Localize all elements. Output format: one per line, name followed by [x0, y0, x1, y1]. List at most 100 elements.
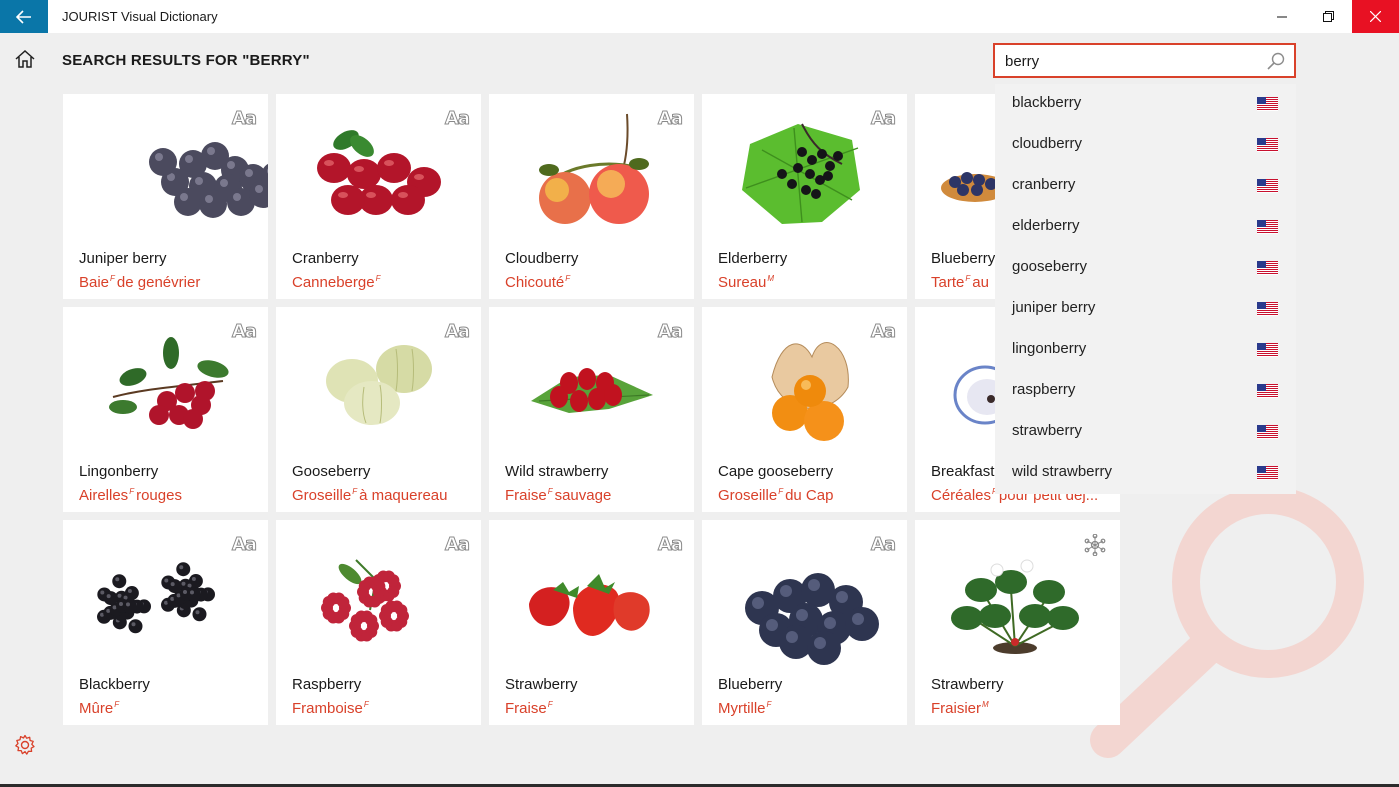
gear-icon [15, 734, 35, 755]
card-title-fr: MûreF [79, 700, 121, 717]
result-card[interactable]: Strawberry FraisierM [915, 520, 1120, 725]
suggestion-item[interactable]: blackberry [995, 84, 1296, 125]
home-icon [15, 50, 35, 68]
back-button[interactable] [0, 0, 48, 33]
card-fr-word: Groseille [718, 487, 778, 504]
gender-marker: F [965, 274, 971, 283]
aa-icon[interactable]: Aa [870, 321, 896, 343]
close-button[interactable] [1352, 0, 1399, 33]
card-title-fr: FraiseF sauvage [505, 487, 611, 504]
result-card[interactable]: Aa Juniper berry BaieF de genévrier [63, 94, 268, 299]
suggestion-item[interactable]: strawberry [995, 412, 1296, 453]
suggestion-label: cloudberry [1012, 135, 1083, 152]
restore-button[interactable] [1305, 0, 1351, 33]
card-title-en: Blackberry [79, 676, 150, 693]
card-fr-word: Tarte [931, 274, 965, 291]
suggestion-item[interactable]: cranberry [995, 166, 1296, 207]
suggestion-label: gooseberry [1012, 258, 1088, 275]
card-title-en: Breakfast [931, 463, 995, 480]
aa-icon[interactable]: Aa [444, 321, 470, 343]
search-icon[interactable] [1266, 51, 1286, 71]
card-title-en: Lingonberry [79, 463, 159, 480]
settings-button[interactable] [12, 733, 38, 757]
us-flag-icon [1257, 384, 1278, 398]
card-fr-word: Mûre [79, 700, 114, 717]
aa-icon[interactable]: Aa [870, 534, 896, 556]
card-title-fr: ChicoutéF [505, 274, 572, 291]
result-card[interactable]: Aa Lingonberry AirellesF rouges [63, 307, 268, 512]
card-fr-rest: rouges [136, 487, 182, 504]
card-title-fr: TarteF au [931, 274, 989, 291]
card-fr-word: Baie [79, 274, 110, 291]
card-fr-word: Airelles [79, 487, 129, 504]
card-title-fr: AirellesF rouges [79, 487, 182, 504]
card-title-en: Cloudberry [505, 250, 579, 267]
search-box[interactable] [993, 43, 1296, 78]
us-flag-icon [1257, 466, 1278, 480]
search-input[interactable] [1005, 51, 1255, 71]
card-title-fr: GroseilleF du Cap [718, 487, 833, 504]
us-flag-icon [1257, 220, 1278, 234]
us-flag-icon [1257, 138, 1278, 152]
suggestion-item[interactable]: raspberry [995, 371, 1296, 412]
card-fr-rest: sauvage [554, 487, 612, 504]
suggestion-item[interactable]: gooseberry [995, 248, 1296, 289]
result-card[interactable]: Aa Cape gooseberry GroseilleF du Cap [702, 307, 907, 512]
aa-icon[interactable]: Aa [870, 108, 896, 130]
home-button[interactable] [12, 47, 38, 71]
aa-icon[interactable]: Aa [231, 534, 257, 556]
suggestion-item[interactable]: lingonberry [995, 330, 1296, 371]
card-title-en: Juniper berry [79, 250, 167, 267]
gender-marker: F [129, 487, 135, 496]
card-fr-rest: au [972, 274, 989, 291]
aa-icon[interactable]: Aa [657, 321, 683, 343]
aa-icon[interactable]: Aa [444, 108, 470, 130]
gender-marker: F [352, 487, 358, 496]
result-card[interactable]: Aa Cranberry CannebergeF [276, 94, 481, 299]
result-card[interactable]: Aa Cloudberry ChicoutéF [489, 94, 694, 299]
card-title-en: Raspberry [292, 676, 362, 693]
card-title-en: Elderberry [718, 250, 788, 267]
aa-icon[interactable]: Aa [231, 321, 257, 343]
suggestion-item[interactable]: juniper berry [995, 289, 1296, 330]
result-card[interactable]: Aa Elderberry SureauM [702, 94, 907, 299]
close-icon [1370, 11, 1381, 22]
card-title-en: Wild strawberry [505, 463, 609, 480]
aa-icon[interactable]: Aa [657, 534, 683, 556]
aa-icon[interactable]: Aa [444, 534, 470, 556]
card-fr-word: Sureau [718, 274, 767, 291]
card-fr-word: Céréales [931, 487, 992, 504]
card-title-en: Strawberry [931, 676, 1004, 693]
network-icon[interactable] [1084, 534, 1106, 556]
aa-icon[interactable]: Aa [231, 108, 257, 130]
gender-marker: M [982, 700, 989, 709]
suggestion-label: elderberry [1012, 217, 1080, 234]
card-title-en: Cape gooseberry [718, 463, 834, 480]
result-card[interactable]: Aa Raspberry FramboiseF [276, 520, 481, 725]
card-title-en: Strawberry [505, 676, 578, 693]
minimize-button[interactable] [1259, 0, 1305, 33]
card-fr-word: Fraisier [931, 700, 982, 717]
suggestion-item[interactable]: wild strawberry [995, 453, 1296, 494]
card-title-fr: GroseilleF à maquereau [292, 487, 447, 504]
card-title-fr: CannebergeF [292, 274, 382, 291]
result-card[interactable]: Aa Blueberry MyrtilleF [702, 520, 907, 725]
card-fr-word: Chicouté [505, 274, 565, 291]
gender-marker: F [547, 700, 553, 709]
result-card[interactable]: Aa Strawberry FraiseF [489, 520, 694, 725]
gender-marker: F [114, 700, 120, 709]
suggestion-label: strawberry [1012, 422, 1083, 439]
suggestion-item[interactable]: cloudberry [995, 125, 1296, 166]
aa-icon[interactable]: Aa [657, 108, 683, 130]
result-card[interactable]: Aa Blackberry MûreF [63, 520, 268, 725]
result-card[interactable]: Aa Wild strawberry FraiseF sauvage [489, 307, 694, 512]
search-suggestions: blackberry cloudberry cranberry elderber… [995, 84, 1296, 494]
arrow-left-icon [16, 9, 31, 24]
result-card[interactable]: Aa Gooseberry GroseilleF à maquereau [276, 307, 481, 512]
suggestion-label: lingonberry [1012, 340, 1087, 357]
app-title: JOURIST Visual Dictionary [62, 9, 218, 24]
suggestion-item[interactable]: elderberry [995, 207, 1296, 248]
card-fr-word: Myrtille [718, 700, 766, 717]
card-title-fr: SureauM [718, 274, 776, 291]
card-title-fr: FraisierM [931, 700, 991, 717]
